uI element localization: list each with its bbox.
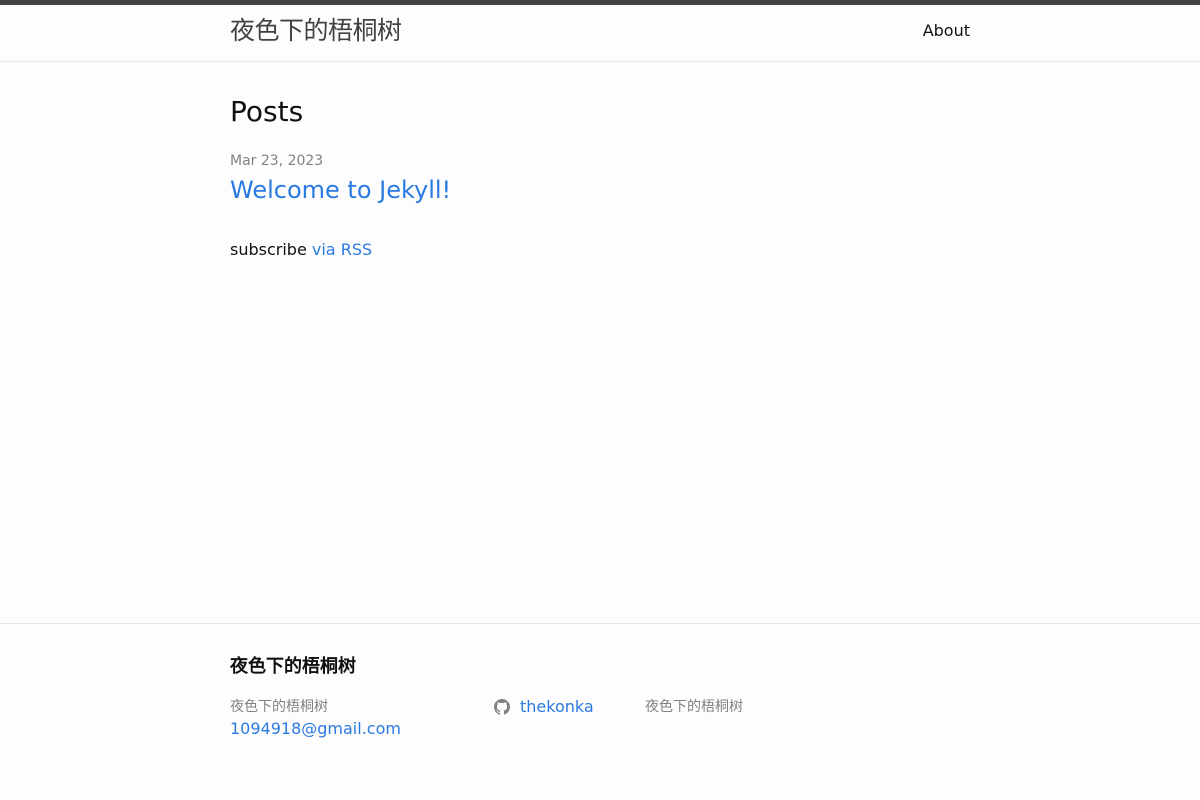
nav-about-link[interactable]: About	[923, 19, 970, 43]
footer-author-name: 夜色下的梧桐树	[230, 699, 328, 715]
github-username: thekonka	[520, 697, 594, 716]
footer-heading: 夜色下的梧桐树	[230, 656, 356, 677]
footer-contact-column: 夜色下的梧桐树 1094918@gmail.com	[230, 696, 470, 740]
site-footer: 夜色下的梧桐树 夜色下的梧桐树 1094918@gmail.com thekon…	[0, 623, 1200, 800]
site-header: 夜色下的梧桐树 About	[0, 5, 1200, 62]
footer-social-column: thekonka	[494, 696, 594, 722]
site-title-link[interactable]: 夜色下的梧桐树	[230, 13, 402, 49]
github-icon	[494, 699, 510, 715]
footer-email-link[interactable]: 1094918@gmail.com	[230, 718, 470, 740]
rss-link[interactable]: via RSS	[312, 240, 372, 259]
rss-subscribe: subscribe via RSS	[230, 238, 372, 262]
post-list-heading: Posts	[230, 95, 304, 128]
post-title-link[interactable]: Welcome to Jekyll!	[230, 172, 451, 208]
rss-prefix-text: subscribe	[230, 240, 307, 259]
footer-description: 夜色下的梧桐树	[645, 699, 743, 715]
github-profile-link[interactable]: thekonka	[494, 696, 594, 718]
post-date: Mar 23, 2023	[230, 153, 324, 169]
